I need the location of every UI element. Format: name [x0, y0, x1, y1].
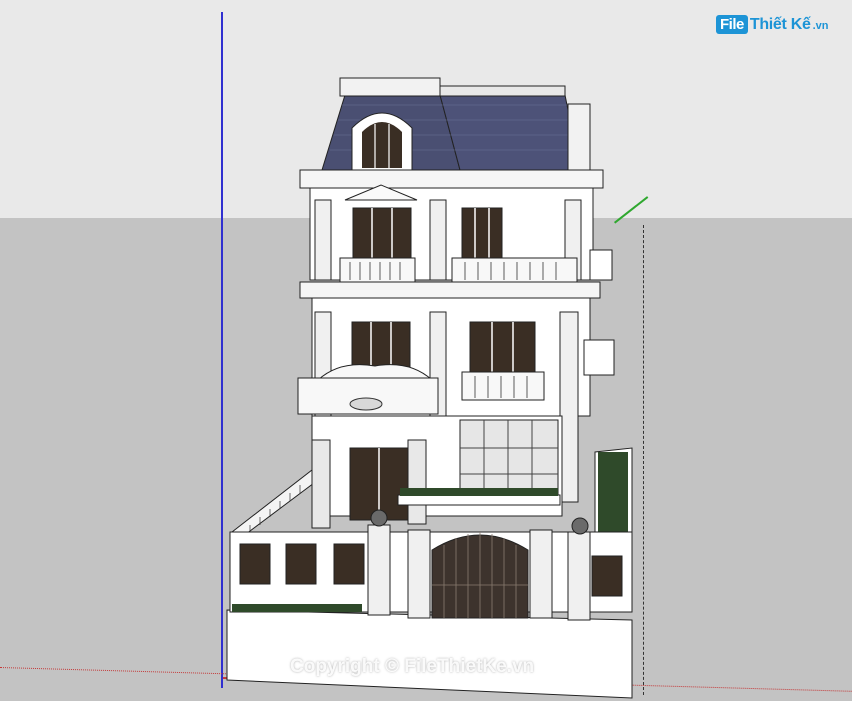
mansard-roof-right — [439, 94, 581, 171]
filethietke-logo: File Thiết Kế .vn — [716, 15, 828, 34]
column — [311, 439, 331, 529]
copyright-watermark: Copyright © FileThietKe.vn — [290, 656, 535, 677]
column — [407, 439, 427, 525]
gate-pillar — [367, 524, 391, 616]
side-balcony-top — [589, 249, 613, 281]
fence-panel — [333, 543, 365, 585]
third-floor-window-left[interactable] — [352, 207, 412, 261]
gate-pillar — [407, 529, 431, 619]
third-floor-balcony-left — [339, 257, 416, 283]
logo-badge: File — [716, 15, 748, 34]
gate-pillar — [529, 529, 553, 619]
pillar-lamp — [370, 509, 388, 527]
second-floor-balcony-right — [461, 371, 545, 401]
fence-panel — [285, 543, 317, 585]
second-floor-window-right[interactable] — [469, 321, 536, 378]
house-model[interactable] — [0, 0, 852, 701]
column — [429, 199, 447, 281]
dormer-glass — [362, 122, 402, 168]
column — [559, 311, 579, 503]
side-balcony-mid — [583, 339, 615, 376]
fence-panel — [239, 543, 271, 585]
roof-cornice — [339, 77, 441, 97]
left-fence — [231, 469, 319, 541]
site-plinth — [226, 609, 633, 699]
canopy-greenroof — [400, 488, 558, 496]
column — [314, 199, 332, 281]
front-lawn — [232, 604, 362, 612]
third-floor-window-right[interactable] — [461, 207, 503, 261]
side-lawn — [598, 452, 628, 544]
fence-panel — [591, 555, 623, 597]
shell-ornament — [349, 397, 383, 411]
third-floor-balcony-right — [451, 257, 578, 283]
third-floor-cornice — [299, 169, 604, 189]
logo-suffix: .vn — [812, 20, 829, 32]
roof-cornice-right — [439, 85, 566, 97]
carport-canopy — [397, 494, 561, 506]
pillar-lamp — [571, 517, 589, 535]
logo-text: Thiết Kế — [749, 15, 811, 33]
roof-chimney — [567, 103, 591, 173]
gate-pillar — [567, 531, 591, 621]
second-floor-cornice — [299, 281, 601, 299]
